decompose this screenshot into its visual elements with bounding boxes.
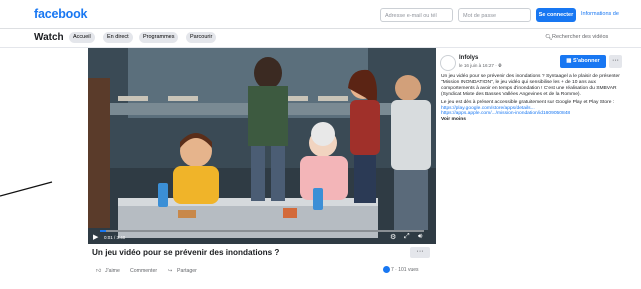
annotation-line [0,181,53,197]
